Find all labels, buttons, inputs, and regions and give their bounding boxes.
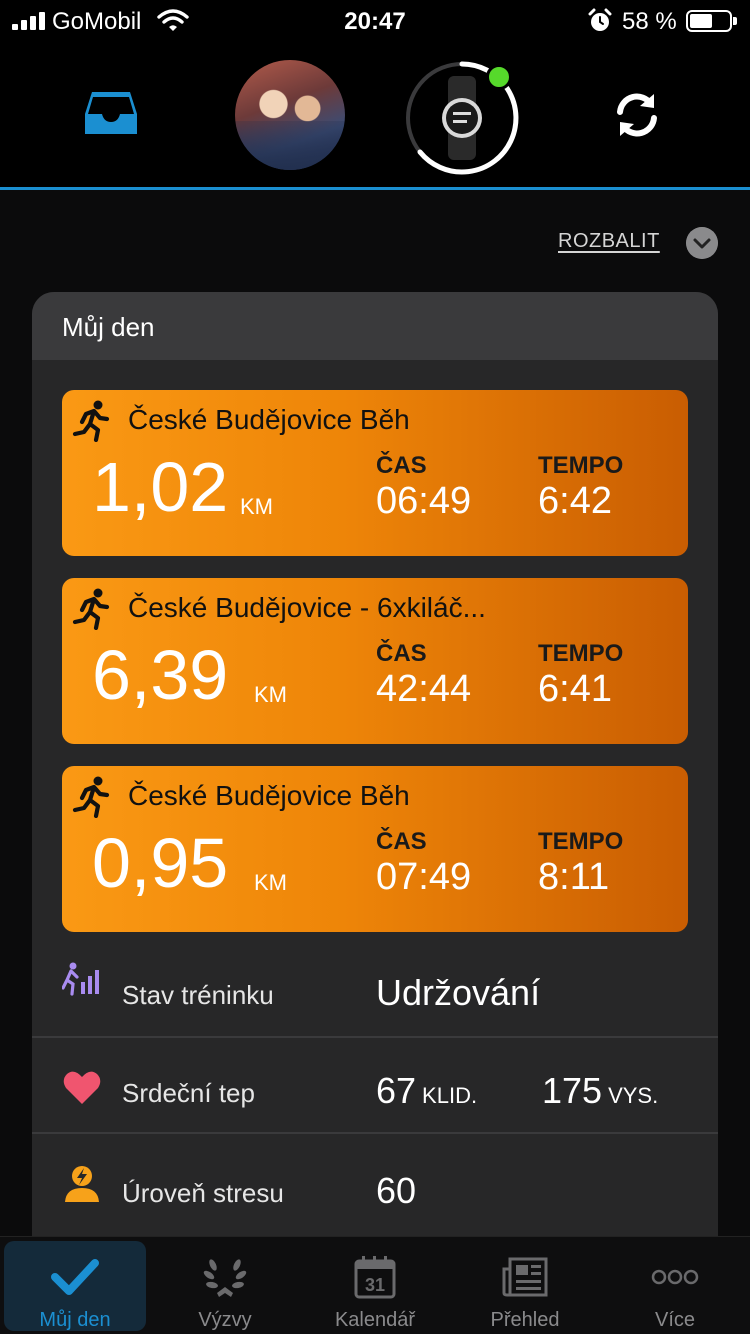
pace-label: TEMPO	[538, 828, 624, 855]
activity-distance: 0,95	[92, 824, 229, 902]
inbox-icon[interactable]	[84, 90, 138, 136]
running-icon	[72, 400, 110, 442]
tab-my-day[interactable]: Můj den	[4, 1241, 146, 1331]
stress-value: 60	[376, 1170, 417, 1211]
tab-label: Přehled	[490, 1309, 560, 1331]
training-status-label: Stav tréninku	[122, 980, 274, 1010]
tab-label: Více	[654, 1309, 696, 1331]
training-status-value: Udržování	[376, 972, 541, 1013]
battery-icon	[686, 10, 737, 32]
more-dots-icon	[651, 1269, 699, 1285]
stress-label: Úroveň stresu	[122, 1178, 284, 1208]
tab-more[interactable]: Více	[604, 1241, 746, 1331]
stress-icon	[65, 1166, 99, 1202]
tab-calendar[interactable]: 31 Kalendář	[304, 1241, 446, 1331]
tab-challenges[interactable]: Výzvy	[154, 1241, 296, 1331]
tab-label: Můj den	[39, 1309, 111, 1331]
activity-card[interactable]: České Budějovice - 6xkiláč... 6,39 KM ČA…	[62, 578, 688, 744]
heart-rate-row[interactable]: Srdeční tep 67 KLID. 175 VYS.	[32, 1034, 718, 1134]
tab-label: Výzvy	[198, 1309, 252, 1331]
training-status-row[interactable]: Stav tréninku Udržování	[32, 938, 718, 1038]
time-label: ČAS	[376, 828, 427, 855]
training-status-icon	[62, 962, 99, 996]
distance-unit: KM	[240, 494, 273, 519]
activity-name: České Budějovice Běh	[128, 404, 410, 435]
newspaper-icon	[502, 1257, 548, 1297]
status-bar: GoMobil 20:47 58 %	[0, 0, 750, 44]
distance-unit: KM	[254, 870, 287, 895]
running-icon	[72, 588, 110, 630]
activity-time: 42:44	[376, 668, 472, 710]
battery-percent: 58 %	[622, 8, 677, 35]
checkmark-icon	[51, 1259, 99, 1295]
activity-pace: 6:42	[538, 480, 612, 522]
chevron-down-icon[interactable]	[686, 227, 718, 259]
running-icon	[72, 776, 110, 818]
alarm-icon	[588, 8, 612, 31]
activity-name: České Budějovice - 6xkiláč...	[128, 592, 486, 623]
activity-name: České Budějovice Běh	[128, 780, 410, 811]
heart-icon	[63, 1071, 101, 1104]
bottom-tab-bar: Můj den Výzvy 31 Kalendář Přehled Více	[0, 1236, 750, 1334]
activity-distance: 6,39	[92, 636, 229, 714]
my-day-card: Můj den České Budějovice Běh 1,02 KM ČAS…	[32, 292, 718, 1252]
max-heart-rate: 175 VYS.	[542, 1070, 659, 1111]
resting-heart-rate: 67 KLID.	[376, 1070, 478, 1111]
activity-card[interactable]: České Budějovice Běh 1,02 KM ČAS 06:49 T…	[62, 390, 688, 556]
device-connected-indicator	[486, 64, 512, 90]
my-day-title: Můj den	[62, 312, 155, 342]
profile-avatar[interactable]	[235, 60, 345, 170]
calendar-day-number: 31	[365, 1275, 385, 1295]
activity-pace: 8:11	[538, 856, 610, 898]
expand-link[interactable]: ROZBALIT	[558, 230, 660, 253]
heart-rate-label: Srdeční tep	[122, 1078, 255, 1108]
activity-card[interactable]: České Budějovice Běh 0,95 KM ČAS 07:49 T…	[62, 766, 688, 932]
top-navigation	[0, 44, 750, 190]
activity-time: 07:49	[376, 856, 472, 898]
activity-time: 06:49	[376, 480, 472, 522]
tab-label: Kalendář	[334, 1309, 416, 1331]
tab-overview[interactable]: Přehled	[454, 1241, 596, 1331]
calendar-icon: 31	[354, 1256, 396, 1299]
stress-row[interactable]: Úroveň stresu 60	[32, 1134, 718, 1234]
pace-label: TEMPO	[538, 640, 624, 667]
laurel-icon	[203, 1259, 247, 1297]
activity-distance: 1,02	[92, 448, 229, 526]
distance-unit: KM	[254, 682, 287, 707]
activity-pace: 6:41	[538, 668, 612, 710]
pace-label: TEMPO	[538, 452, 624, 479]
time-label: ČAS	[376, 452, 427, 479]
sync-icon[interactable]	[612, 90, 662, 140]
time-label: ČAS	[376, 640, 427, 667]
